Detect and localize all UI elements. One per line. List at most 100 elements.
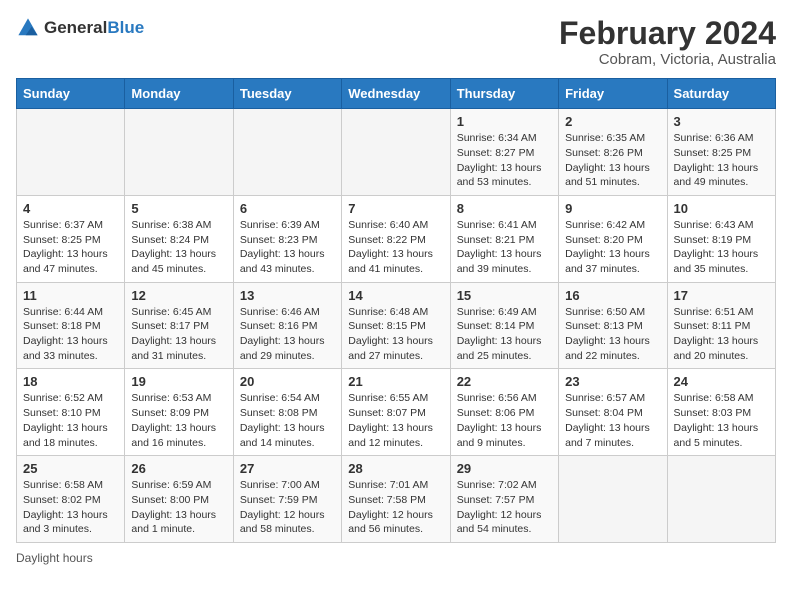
calendar-cell: 18 Sunrise: 6:52 AM Sunset: 8:10 PM Dayli… — [17, 369, 125, 456]
day-number: 18 — [23, 374, 118, 389]
day-number: 29 — [457, 461, 552, 476]
day-number: 15 — [457, 288, 552, 303]
day-number: 17 — [674, 288, 769, 303]
day-info: Sunrise: 6:51 AM Sunset: 8:11 PM Dayligh… — [674, 305, 769, 364]
calendar-cell: 4 Sunrise: 6:37 AM Sunset: 8:25 PM Daylig… — [17, 195, 125, 282]
day-number: 5 — [131, 201, 226, 216]
day-number: 20 — [240, 374, 335, 389]
day-info: Sunrise: 6:48 AM Sunset: 8:15 PM Dayligh… — [348, 305, 443, 364]
day-info: Sunrise: 6:58 AM Sunset: 8:03 PM Dayligh… — [674, 391, 769, 450]
main-title: February 2024 — [559, 16, 776, 51]
weekday-header: Tuesday — [233, 79, 341, 109]
calendar-cell: 25Sunrise: 6:58 AM Sunset: 8:02 PM Dayli… — [17, 456, 125, 543]
day-info: Sunrise: 6:34 AM Sunset: 8:27 PM Dayligh… — [457, 131, 552, 190]
day-info: Sunrise: 6:49 AM Sunset: 8:14 PM Dayligh… — [457, 305, 552, 364]
day-number: 10 — [674, 201, 769, 216]
calendar-cell: 24 Sunrise: 6:58 AM Sunset: 8:03 PM Dayli… — [667, 369, 775, 456]
day-number: 4 — [23, 201, 118, 216]
calendar-cell: 23Sunrise: 6:57 AM Sunset: 8:04 PM Dayli… — [559, 369, 667, 456]
weekday-header: Monday — [125, 79, 233, 109]
day-info: Sunrise: 6:42 AM Sunset: 8:20 PM Dayligh… — [565, 218, 660, 277]
calendar-cell: 10 Sunrise: 6:43 AM Sunset: 8:19 PM Dayli… — [667, 195, 775, 282]
day-info: Sunrise: 6:36 AM Sunset: 8:25 PM Dayligh… — [674, 131, 769, 190]
calendar-week-row: 4 Sunrise: 6:37 AM Sunset: 8:25 PM Daylig… — [17, 195, 776, 282]
calendar-cell: 3 Sunrise: 6:36 AM Sunset: 8:25 PM Daylig… — [667, 109, 775, 196]
day-number: 6 — [240, 201, 335, 216]
day-info: Sunrise: 7:02 AM Sunset: 7:57 PM Dayligh… — [457, 478, 552, 537]
calendar-cell: 11 Sunrise: 6:44 AM Sunset: 8:18 PM Dayli… — [17, 282, 125, 369]
day-info: Sunrise: 6:59 AM Sunset: 8:00 PM Dayligh… — [131, 478, 226, 537]
weekday-header: Friday — [559, 79, 667, 109]
title-area: February 2024 Cobram, Victoria, Australi… — [559, 16, 776, 68]
weekday-header: Sunday — [17, 79, 125, 109]
day-number: 2 — [565, 114, 660, 129]
calendar-week-row: 1 Sunrise: 6:34 AM Sunset: 8:27 PM Daylig… — [17, 109, 776, 196]
day-number: 3 — [674, 114, 769, 129]
calendar-cell: 16 Sunrise: 6:50 AM Sunset: 8:13 PM Dayli… — [559, 282, 667, 369]
calendar-cell: 12 Sunrise: 6:45 AM Sunset: 8:17 PM Dayli… — [125, 282, 233, 369]
calendar-cell: 21 Sunrise: 6:55 AM Sunset: 8:07 PM Dayli… — [342, 369, 450, 456]
weekday-row: SundayMondayTuesdayWednesdayThursdayFrid… — [17, 79, 776, 109]
calendar-cell: 2 Sunrise: 6:35 AM Sunset: 8:26 PM Daylig… — [559, 109, 667, 196]
day-info: Sunrise: 6:39 AM Sunset: 8:23 PM Dayligh… — [240, 218, 335, 277]
calendar-cell: 20Sunrise: 6:54 AM Sunset: 8:08 PM Dayli… — [233, 369, 341, 456]
calendar-cell: 8Sunrise: 6:41 AM Sunset: 8:21 PM Daylig… — [450, 195, 558, 282]
calendar-cell — [17, 109, 125, 196]
day-info: Sunrise: 6:52 AM Sunset: 8:10 PM Dayligh… — [23, 391, 118, 450]
day-info: Sunrise: 6:46 AM Sunset: 8:16 PM Dayligh… — [240, 305, 335, 364]
calendar-week-row: 11 Sunrise: 6:44 AM Sunset: 8:18 PM Dayli… — [17, 282, 776, 369]
day-number: 24 — [674, 374, 769, 389]
day-number: 7 — [348, 201, 443, 216]
calendar-cell: 26 Sunrise: 6:59 AM Sunset: 8:00 PM Dayli… — [125, 456, 233, 543]
day-info: Sunrise: 6:44 AM Sunset: 8:18 PM Dayligh… — [23, 305, 118, 364]
calendar-cell: 29 Sunrise: 7:02 AM Sunset: 7:57 PM Dayli… — [450, 456, 558, 543]
day-info: Sunrise: 6:41 AM Sunset: 8:21 PM Dayligh… — [457, 218, 552, 277]
calendar-cell: 14 Sunrise: 6:48 AM Sunset: 8:15 PM Dayli… — [342, 282, 450, 369]
calendar-cell: 6 Sunrise: 6:39 AM Sunset: 8:23 PM Daylig… — [233, 195, 341, 282]
day-number: 28 — [348, 461, 443, 476]
day-info: Sunrise: 6:53 AM Sunset: 8:09 PM Dayligh… — [131, 391, 226, 450]
calendar-cell — [342, 109, 450, 196]
calendar-cell: 1 Sunrise: 6:34 AM Sunset: 8:27 PM Daylig… — [450, 109, 558, 196]
day-number: 26 — [131, 461, 226, 476]
weekday-header: Saturday — [667, 79, 775, 109]
page-header: GeneralBlue February 2024 Cobram, Victor… — [16, 16, 776, 68]
day-number: 1 — [457, 114, 552, 129]
calendar-cell — [233, 109, 341, 196]
day-number: 23 — [565, 374, 660, 389]
day-info: Sunrise: 6:38 AM Sunset: 8:24 PM Dayligh… — [131, 218, 226, 277]
day-number: 16 — [565, 288, 660, 303]
day-number: 13 — [240, 288, 335, 303]
day-number: 14 — [348, 288, 443, 303]
calendar-cell: 22Sunrise: 6:56 AM Sunset: 8:06 PM Dayli… — [450, 369, 558, 456]
weekday-header: Thursday — [450, 79, 558, 109]
day-info: Sunrise: 6:37 AM Sunset: 8:25 PM Dayligh… — [23, 218, 118, 277]
footer-label: Daylight hours — [16, 551, 93, 565]
calendar-cell: 7Sunrise: 6:40 AM Sunset: 8:22 PM Daylig… — [342, 195, 450, 282]
calendar-table: SundayMondayTuesdayWednesdayThursdayFrid… — [16, 78, 776, 543]
day-info: Sunrise: 6:35 AM Sunset: 8:26 PM Dayligh… — [565, 131, 660, 190]
day-info: Sunrise: 7:00 AM Sunset: 7:59 PM Dayligh… — [240, 478, 335, 537]
calendar-cell: 13 Sunrise: 6:46 AM Sunset: 8:16 PM Dayli… — [233, 282, 341, 369]
calendar-week-row: 18 Sunrise: 6:52 AM Sunset: 8:10 PM Dayli… — [17, 369, 776, 456]
calendar-cell — [667, 456, 775, 543]
logo-icon — [16, 16, 40, 40]
day-info: Sunrise: 6:43 AM Sunset: 8:19 PM Dayligh… — [674, 218, 769, 277]
day-info: Sunrise: 6:58 AM Sunset: 8:02 PM Dayligh… — [23, 478, 118, 537]
calendar-cell: 27 Sunrise: 7:00 AM Sunset: 7:59 PM Dayli… — [233, 456, 341, 543]
day-info: Sunrise: 6:45 AM Sunset: 8:17 PM Dayligh… — [131, 305, 226, 364]
day-info: Sunrise: 6:55 AM Sunset: 8:07 PM Dayligh… — [348, 391, 443, 450]
subtitle: Cobram, Victoria, Australia — [559, 51, 776, 68]
calendar-cell: 17 Sunrise: 6:51 AM Sunset: 8:11 PM Dayli… — [667, 282, 775, 369]
day-number: 27 — [240, 461, 335, 476]
day-number: 12 — [131, 288, 226, 303]
day-number: 21 — [348, 374, 443, 389]
calendar-body: 1 Sunrise: 6:34 AM Sunset: 8:27 PM Daylig… — [17, 109, 776, 543]
day-number: 22 — [457, 374, 552, 389]
day-number: 9 — [565, 201, 660, 216]
day-info: Sunrise: 6:50 AM Sunset: 8:13 PM Dayligh… — [565, 305, 660, 364]
day-info: Sunrise: 7:01 AM Sunset: 7:58 PM Dayligh… — [348, 478, 443, 537]
calendar-cell: 15 Sunrise: 6:49 AM Sunset: 8:14 PM Dayli… — [450, 282, 558, 369]
day-number: 11 — [23, 288, 118, 303]
calendar-cell: 19Sunrise: 6:53 AM Sunset: 8:09 PM Dayli… — [125, 369, 233, 456]
